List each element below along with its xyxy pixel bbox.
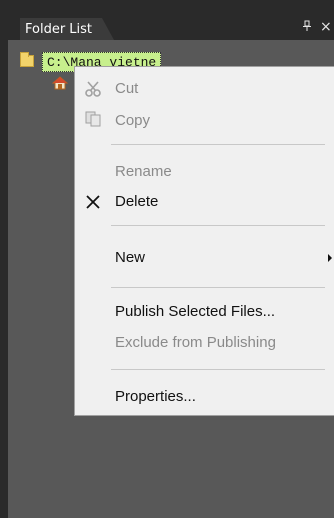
copy-icon bbox=[85, 111, 101, 127]
scissors-icon bbox=[85, 81, 101, 97]
menu-item-delete-label: Delete bbox=[115, 193, 159, 210]
menu-item-properties[interactable]: Properties... bbox=[115, 385, 196, 409]
menu-separator bbox=[111, 369, 325, 370]
submenu-arrow-icon bbox=[328, 254, 332, 262]
menu-item-properties-label: Properties... bbox=[115, 388, 196, 405]
context-menu: Cut Copy Rename Delete New Publish Selec… bbox=[74, 66, 334, 416]
menu-item-delete[interactable]: Delete bbox=[115, 190, 158, 214]
menu-item-publish-selected-files[interactable]: Publish Selected Files... bbox=[115, 300, 275, 324]
menu-item-exclude-label: Exclude from Publishing bbox=[115, 334, 276, 351]
home-icon bbox=[52, 76, 68, 90]
menu-separator bbox=[111, 144, 325, 145]
folder-list-title: Folder List bbox=[25, 21, 93, 37]
delete-x-icon bbox=[86, 195, 100, 209]
menu-separator bbox=[111, 225, 325, 226]
pin-icon[interactable] bbox=[302, 20, 312, 36]
menu-item-exclude-from-publishing[interactable]: Exclude from Publishing bbox=[115, 331, 276, 355]
folder-icon bbox=[20, 52, 34, 67]
menu-separator bbox=[111, 287, 325, 288]
menu-item-new-label: New bbox=[115, 249, 146, 266]
close-icon[interactable]: × bbox=[320, 19, 332, 35]
menu-item-rename-label: Rename bbox=[115, 163, 172, 180]
menu-item-copy-label: Copy bbox=[115, 112, 151, 129]
menu-item-publish-label: Publish Selected Files... bbox=[115, 303, 276, 320]
menu-item-cut-label: Cut bbox=[115, 80, 139, 97]
menu-item-cut[interactable]: Cut bbox=[115, 77, 138, 101]
folder-list-tab[interactable]: Folder List bbox=[20, 18, 114, 40]
menu-item-rename[interactable]: Rename bbox=[115, 160, 172, 184]
menu-item-copy[interactable]: Copy bbox=[115, 109, 150, 133]
menu-item-new[interactable]: New bbox=[115, 246, 145, 270]
